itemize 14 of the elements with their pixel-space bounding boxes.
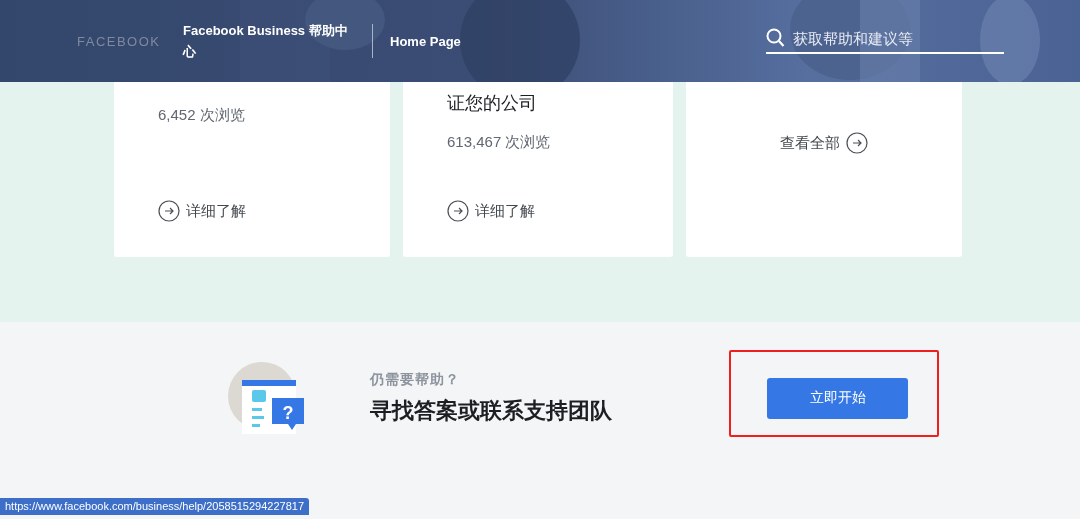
- card-title: 证您的公司: [447, 92, 538, 113]
- site-title: Facebook Business 帮助中心: [183, 22, 349, 61]
- get-started-button[interactable]: 立即开始: [767, 377, 908, 419]
- learn-more-link[interactable]: 详细了解: [158, 200, 246, 222]
- home-page-link[interactable]: Home Page: [390, 33, 461, 49]
- view-count: 613,467 次浏览: [447, 133, 552, 152]
- search-icon: [766, 28, 785, 48]
- view-count: 6,452 次浏览: [158, 106, 246, 125]
- learn-more-link[interactable]: 详细了解: [447, 200, 535, 222]
- link-url-tooltip: https://www.facebook.com/business/help/2058515294227817: [0, 498, 310, 515]
- help-heading: 寻找答案或联系支持团队: [370, 396, 613, 425]
- see-all-link[interactable]: 查看全部: [780, 132, 868, 154]
- search-field[interactable]: 获取帮助和建议等: [791, 28, 995, 48]
- help-eyebrow: 仍需要帮助？: [370, 370, 461, 389]
